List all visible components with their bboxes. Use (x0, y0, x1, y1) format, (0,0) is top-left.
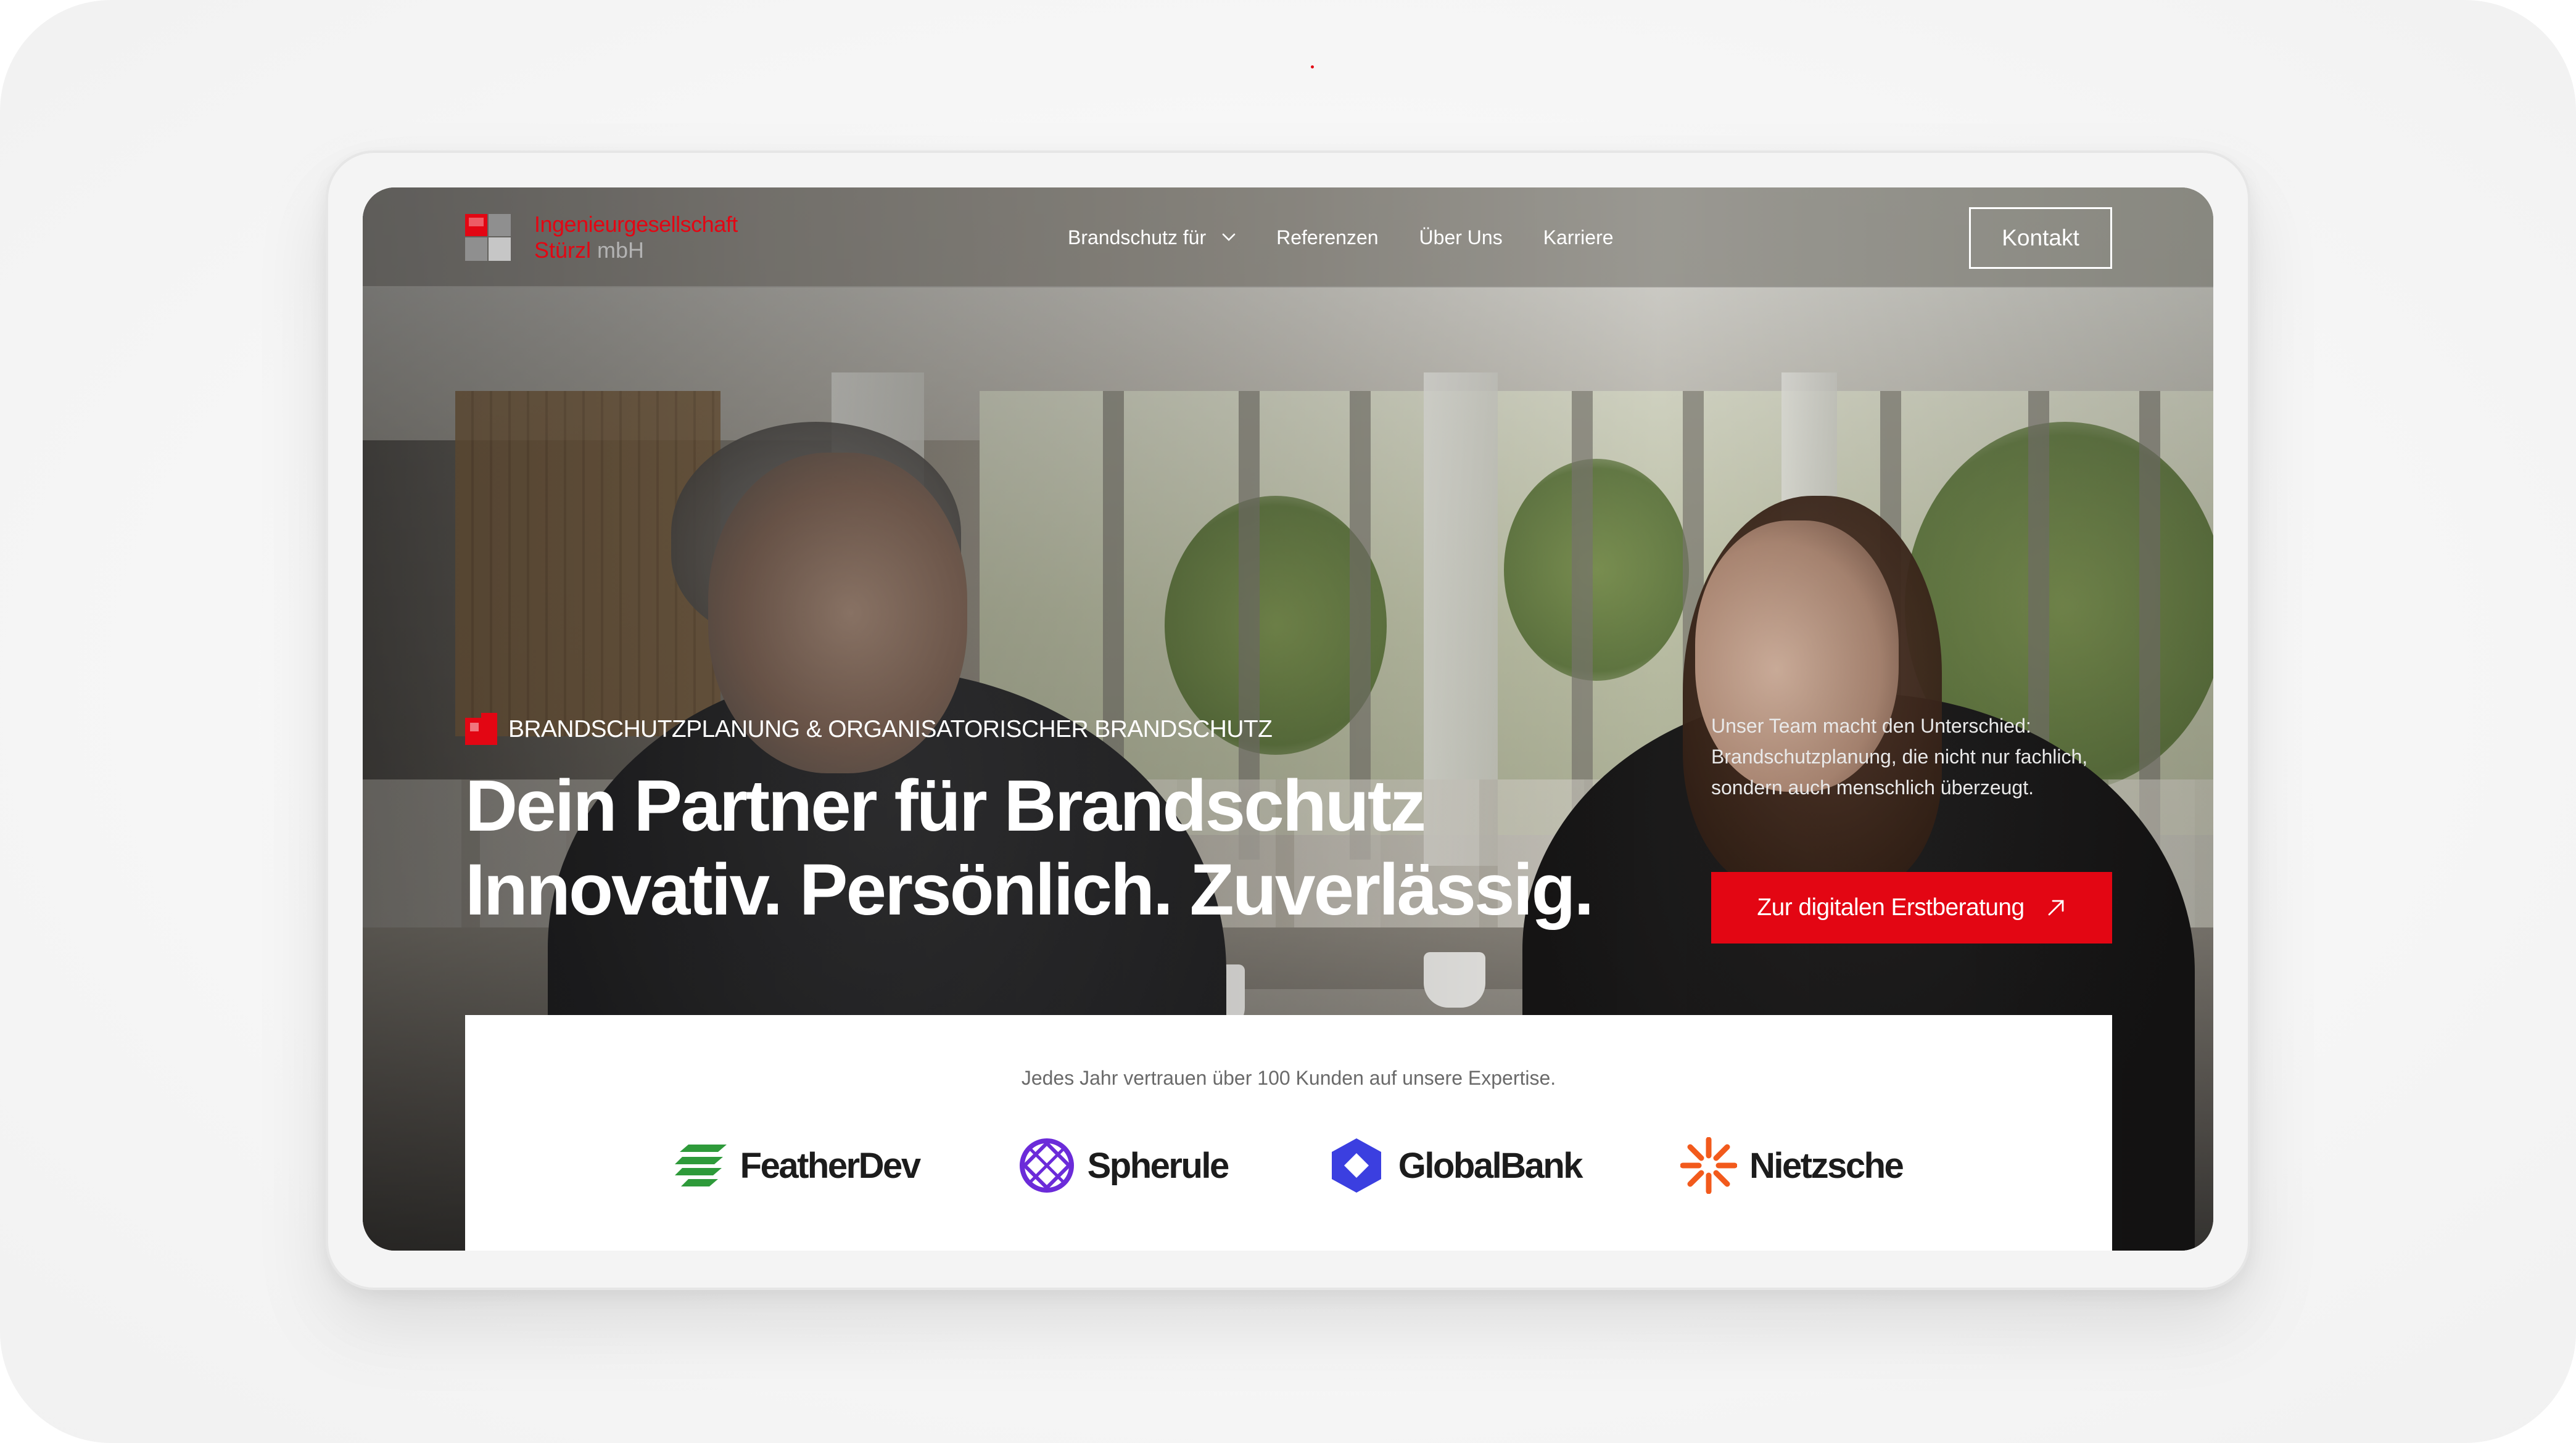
hero-headline: Dein Partner für Brandschutz Innovativ. … (465, 764, 1637, 932)
logo-company-name: Stürzl (534, 237, 592, 263)
client-name: GlobalBank (1398, 1145, 1583, 1186)
company-logo-icon (465, 214, 511, 261)
nav-item-ueber-uns[interactable]: Über Uns (1419, 226, 1503, 249)
clients-section: Jedes Jahr vertrauen über 100 Kunden auf… (465, 1015, 2112, 1251)
hero-headline-line1: Dein Partner für Brandschutz (465, 765, 1426, 847)
hero-eyebrow: BRANDSCHUTZPLANUNG & ORGANISATORISCHER B… (465, 713, 1273, 746)
hero-headline-line2: Innovativ. Persönlich. Zuverlässig. (465, 849, 1594, 931)
website-screen: Ingenieurgesellschaft Stürzl mbH Brandsc… (363, 187, 2213, 1251)
company-logo[interactable]: Ingenieurgesellschaft Stürzl mbH (465, 212, 738, 264)
brand-mark-icon (465, 713, 498, 746)
client-logo-featherdev: FeatherDev (674, 1141, 921, 1190)
hero-side-text: Unser Team macht den Unterschied: Brands… (1711, 715, 2088, 799)
client-name: Nietzsche (1749, 1145, 1904, 1186)
logo-company-suffix: mbH (597, 237, 645, 263)
client-name: Spherule (1087, 1145, 1230, 1186)
presentation-background: Ingenieurgesellschaft Stürzl mbH Brandsc… (0, 0, 2576, 1443)
clients-caption: Jedes Jahr vertrauen über 100 Kunden auf… (1021, 1067, 1556, 1089)
site-header: Ingenieurgesellschaft Stürzl mbH Brandsc… (363, 187, 2213, 287)
nav-item-label: Über Uns (1419, 226, 1503, 249)
logo-line2: Stürzl mbH (534, 237, 738, 263)
globalbank-logo-icon (1331, 1138, 1381, 1193)
nav-item-label: Brandschutz für (1068, 226, 1207, 249)
nav-item-brandschutz[interactable]: Brandschutz für (1068, 226, 1236, 249)
nav-item-label: Karriere (1543, 226, 1614, 249)
nav-item-karriere[interactable]: Karriere (1543, 226, 1614, 249)
cta-label: Zur digitalen Erstberatung (1757, 894, 2025, 921)
hero-eyebrow-text: BRANDSCHUTZPLANUNG & ORGANISATORISCHER B… (508, 716, 1273, 742)
contact-button[interactable]: Kontakt (1969, 207, 2112, 269)
nav-item-label: Referenzen (1276, 226, 1379, 249)
spherule-logo-icon (1019, 1138, 1074, 1193)
client-logo-globalbank: GlobalBank (1327, 1136, 1583, 1195)
nav-item-referenzen[interactable]: Referenzen (1276, 226, 1378, 249)
client-name: FeatherDev (740, 1145, 921, 1186)
consultation-cta-button[interactable]: Zur digitalen Erstberatung (1711, 872, 2112, 944)
client-logos: FeatherDev Spherule GlobalBank Nietzsche (465, 1136, 2112, 1195)
main-nav: Brandschutz für Referenzen Über Uns Karr… (1068, 187, 1614, 287)
chevron-down-icon (1222, 233, 1236, 241)
arrow-up-right-icon (2048, 900, 2063, 916)
client-logo-nietzsche: Nietzsche (1680, 1137, 1904, 1194)
featherdev-logo-icon (674, 1145, 727, 1186)
client-logo-spherule: Spherule (1018, 1137, 1230, 1194)
decorative-dot (1311, 65, 1314, 68)
logo-line1: Ingenieurgesellschaft (534, 211, 738, 237)
nietzsche-logo-icon (1680, 1137, 1738, 1194)
